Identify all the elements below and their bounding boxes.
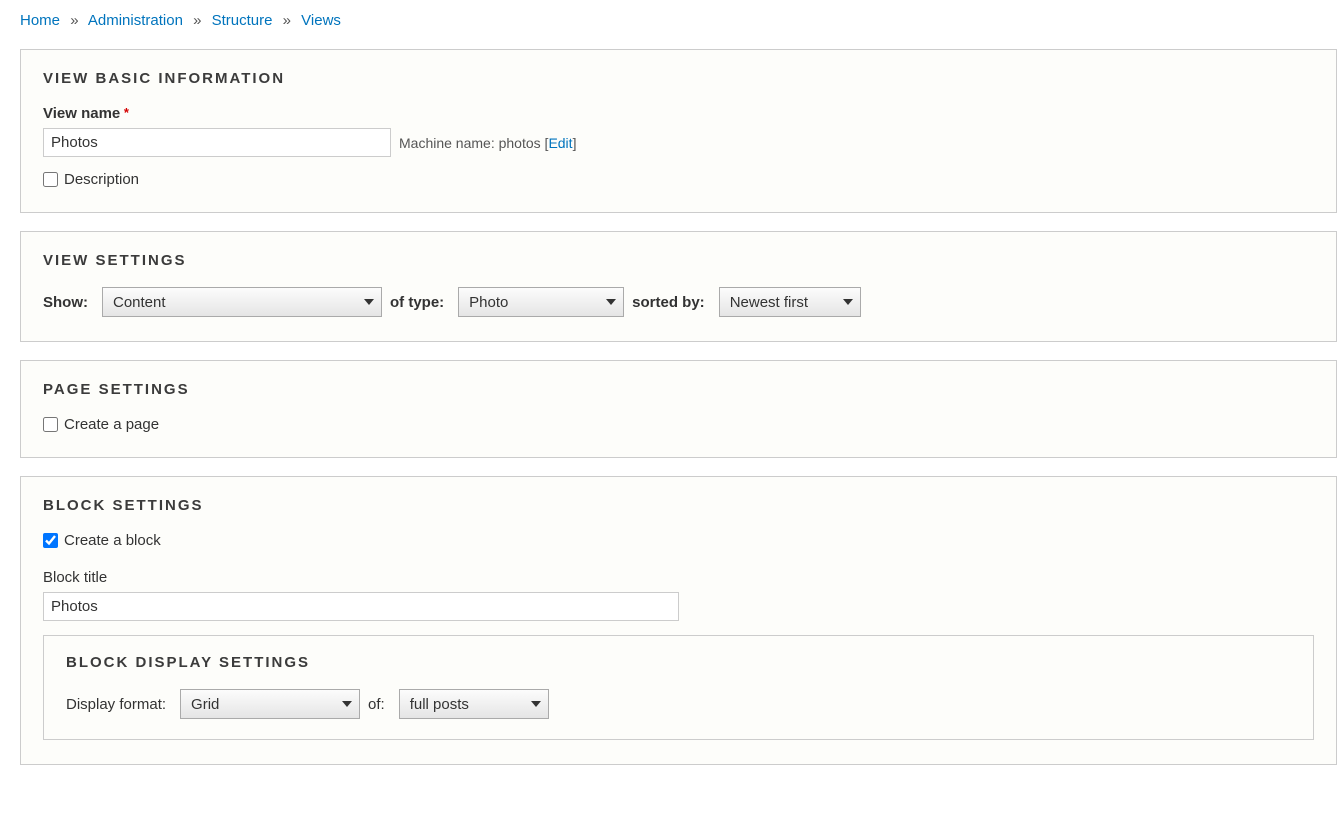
- create-block-row: Create a block: [43, 532, 1314, 549]
- breadcrumb-home[interactable]: Home: [20, 12, 60, 29]
- sorted-by-select[interactable]: Newest first: [719, 287, 861, 317]
- of-type-select-value: Photo: [459, 294, 599, 311]
- description-row: Description: [43, 171, 1314, 188]
- show-select-value: Content: [103, 294, 357, 311]
- create-block-checkbox[interactable]: [43, 533, 58, 548]
- view-name-label: View name *: [43, 105, 129, 122]
- show-select[interactable]: Content: [102, 287, 382, 317]
- legend-basic-info: VIEW BASIC INFORMATION: [43, 70, 1314, 87]
- chevron-down-icon: [335, 701, 359, 707]
- chevron-down-icon: [599, 299, 623, 305]
- fieldset-view-settings: VIEW SETTINGS Show: Content of type: Pho…: [20, 231, 1337, 342]
- display-format-select-value: Grid: [181, 696, 335, 713]
- machine-name-edit-link[interactable]: Edit: [548, 135, 572, 151]
- description-checkbox[interactable]: [43, 172, 58, 187]
- block-title-input[interactable]: [43, 592, 679, 621]
- of-select-value: full posts: [400, 696, 524, 713]
- required-marker: *: [120, 105, 129, 120]
- block-title-label: Block title: [43, 569, 107, 586]
- breadcrumb-sep: »: [193, 12, 201, 29]
- fieldset-block-settings: BLOCK SETTINGS Create a block Block titl…: [20, 476, 1337, 765]
- legend-view-settings: VIEW SETTINGS: [43, 252, 1314, 269]
- create-page-row: Create a page: [43, 416, 1314, 433]
- of-label: of:: [368, 696, 385, 713]
- create-page-label: Create a page: [64, 416, 159, 433]
- sorted-by-label: sorted by:: [632, 294, 705, 311]
- of-type-select[interactable]: Photo: [458, 287, 624, 317]
- of-type-label: of type:: [390, 294, 444, 311]
- fieldset-page-settings: PAGE SETTINGS Create a page: [20, 360, 1337, 458]
- fieldset-block-display-settings: BLOCK DISPLAY SETTINGS Display format: G…: [43, 635, 1314, 740]
- breadcrumb: Home » Administration » Structure » View…: [20, 12, 1337, 29]
- sorted-by-select-value: Newest first: [720, 294, 836, 311]
- chevron-down-icon: [524, 701, 548, 707]
- breadcrumb-structure[interactable]: Structure: [212, 12, 273, 29]
- chevron-down-icon: [357, 299, 381, 305]
- show-label: Show:: [43, 294, 88, 311]
- legend-page-settings: PAGE SETTINGS: [43, 381, 1314, 398]
- display-format-select[interactable]: Grid: [180, 689, 360, 719]
- of-select[interactable]: full posts: [399, 689, 549, 719]
- display-format-label: Display format:: [66, 696, 166, 713]
- breadcrumb-sep: »: [283, 12, 291, 29]
- chevron-down-icon: [836, 299, 860, 305]
- breadcrumb-views[interactable]: Views: [301, 12, 341, 29]
- legend-block-display-settings: BLOCK DISPLAY SETTINGS: [66, 654, 1291, 671]
- machine-name-text: Machine name: photos [Edit]: [399, 135, 576, 151]
- description-label: Description: [64, 171, 139, 188]
- legend-block-settings: BLOCK SETTINGS: [43, 497, 1314, 514]
- breadcrumb-administration[interactable]: Administration: [88, 12, 183, 29]
- fieldset-basic-info: VIEW BASIC INFORMATION View name * Machi…: [20, 49, 1337, 213]
- create-page-checkbox[interactable]: [43, 417, 58, 432]
- view-name-input[interactable]: [43, 128, 391, 157]
- breadcrumb-sep: »: [70, 12, 78, 29]
- create-block-label: Create a block: [64, 532, 161, 549]
